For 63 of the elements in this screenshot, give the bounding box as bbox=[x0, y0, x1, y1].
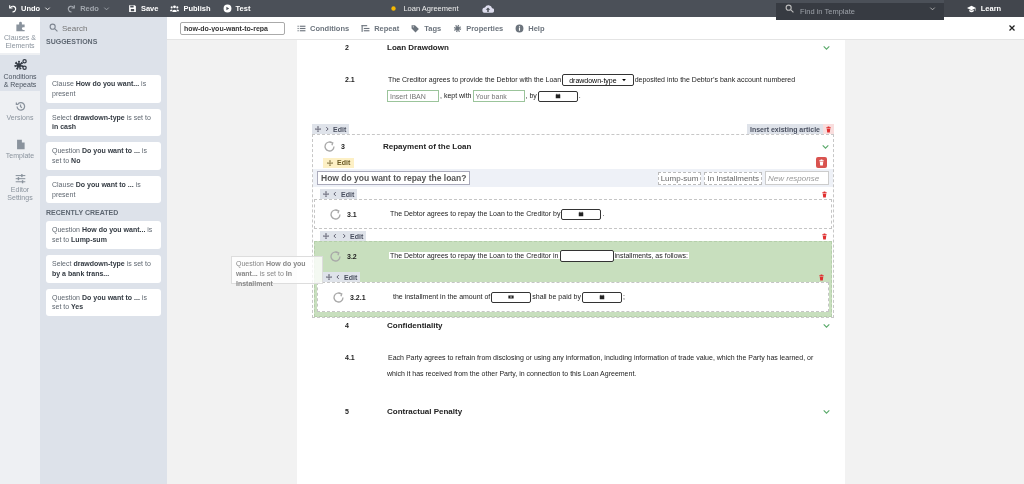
chevron-left-icon bbox=[332, 191, 338, 197]
chevron-down-icon bbox=[102, 5, 110, 12]
article-title: Loan Drawdown bbox=[387, 42, 449, 52]
trash-icon bbox=[818, 159, 825, 166]
money-icon bbox=[508, 294, 515, 301]
test-icon bbox=[222, 4, 232, 13]
search-icon bbox=[49, 23, 58, 32]
caret-icon bbox=[620, 77, 627, 84]
delete-icon bbox=[821, 232, 828, 240]
chevron-right-icon bbox=[341, 233, 347, 239]
save-icon bbox=[127, 4, 137, 13]
info-icon bbox=[515, 23, 525, 33]
close-icon bbox=[1008, 24, 1016, 32]
calendar-icon bbox=[598, 294, 605, 301]
delete-icon bbox=[825, 125, 832, 133]
gears-icon bbox=[13, 58, 27, 72]
amount-field[interactable] bbox=[491, 291, 532, 303]
list-icon bbox=[361, 23, 371, 33]
undo-icon bbox=[8, 4, 17, 13]
repeat-icon bbox=[329, 207, 342, 221]
chevron-right-icon bbox=[324, 126, 330, 132]
chevron-left-icon bbox=[332, 233, 338, 239]
response-option[interactable]: Lump-sum bbox=[657, 171, 702, 185]
chevron-down-icon bbox=[44, 5, 52, 12]
repeat-icon bbox=[323, 139, 336, 153]
list-icon bbox=[297, 23, 306, 33]
chevron-down-icon bbox=[929, 5, 936, 12]
article-title: Confidentiality bbox=[387, 320, 443, 330]
move-icon bbox=[323, 191, 329, 197]
repeat-icon bbox=[329, 249, 342, 263]
date-field[interactable] bbox=[537, 90, 578, 102]
response-option[interactable]: In Installments bbox=[704, 171, 762, 185]
search-field[interactable]: Search bbox=[46, 18, 161, 39]
document-icon bbox=[14, 138, 26, 150]
cloud-upload-icon bbox=[482, 2, 495, 15]
chevron-left-icon bbox=[335, 274, 341, 280]
question-text[interactable]: How do you want to repay the loan? bbox=[317, 171, 471, 185]
repeat-icon bbox=[332, 290, 345, 304]
search-icon bbox=[785, 4, 794, 13]
article-title: Repayment of the Loan bbox=[383, 141, 472, 151]
graduation-cap-icon bbox=[966, 4, 976, 13]
tag-icon bbox=[411, 23, 421, 33]
status-dot-icon bbox=[390, 5, 398, 12]
article-title: Contractual Penalty bbox=[387, 406, 463, 416]
history-icon bbox=[14, 100, 26, 112]
move-icon bbox=[326, 274, 332, 280]
date-field[interactable] bbox=[561, 208, 602, 220]
move-icon bbox=[315, 126, 321, 132]
sliders-icon bbox=[14, 173, 26, 185]
puzzle-icon bbox=[14, 21, 26, 33]
delete-icon bbox=[818, 273, 825, 281]
publish-icon bbox=[170, 4, 180, 13]
move-icon bbox=[323, 233, 329, 239]
delete-icon bbox=[821, 190, 828, 198]
delete-button[interactable] bbox=[816, 157, 827, 168]
calendar-icon bbox=[554, 93, 561, 100]
new-response-field[interactable]: New response bbox=[765, 171, 829, 185]
calendar-icon bbox=[578, 211, 585, 218]
date-field[interactable] bbox=[581, 291, 622, 303]
text-field[interactable] bbox=[559, 250, 614, 263]
move-icon bbox=[327, 159, 333, 166]
redo-icon bbox=[67, 4, 77, 13]
gear-icon bbox=[453, 23, 463, 33]
